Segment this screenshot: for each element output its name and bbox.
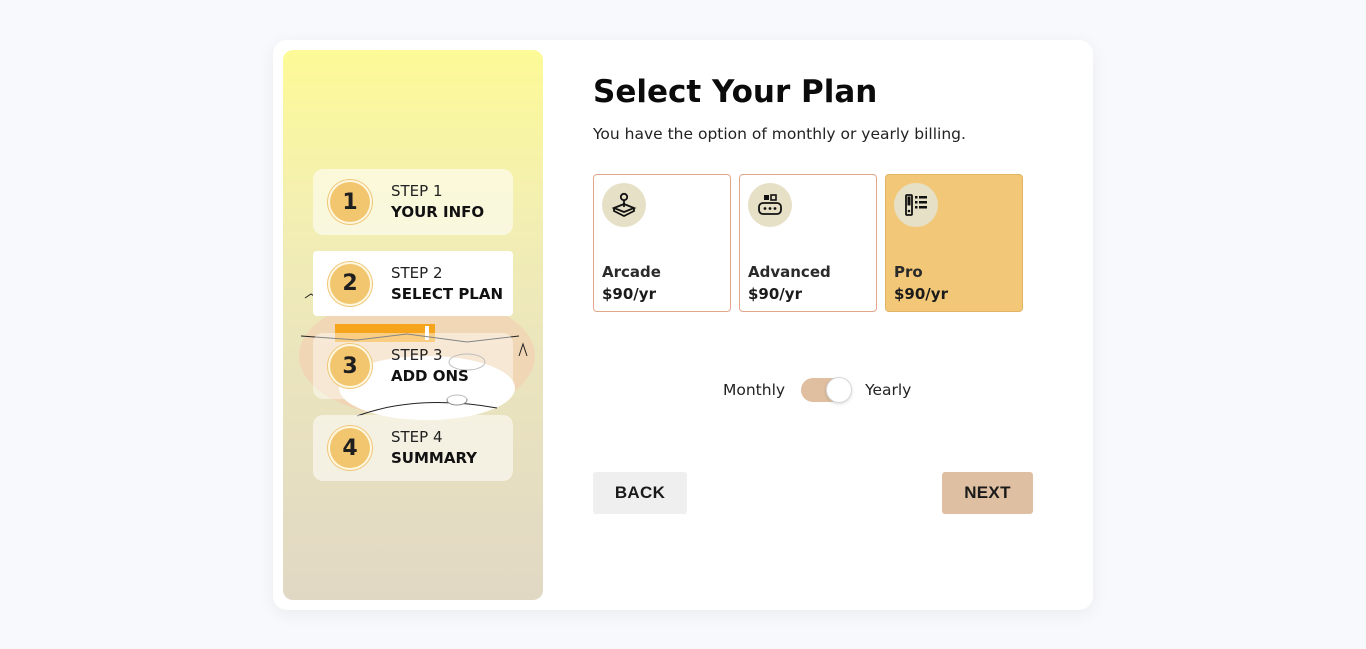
page-title: Select Your Plan	[593, 74, 878, 110]
step-number: 1	[330, 182, 370, 222]
back-button[interactable]: BACK	[593, 472, 687, 514]
step-label: STEP 2	[391, 263, 443, 282]
billing-toggle-row: Monthly Yearly	[723, 377, 912, 403]
step-title: SUMMARY	[391, 449, 478, 467]
step-title: SELECT PLAN	[391, 284, 504, 303]
joystick-icon	[602, 183, 646, 227]
step-label: STEP 3	[391, 346, 443, 364]
plan-advanced[interactable]: Advanced $90/yr	[739, 174, 877, 312]
yearly-label: Yearly	[865, 381, 912, 399]
plan-name: Advanced	[748, 263, 831, 281]
form-card: 1 STEP 1 YOUR INFO 2 STEP 2 SELECT PLAN …	[273, 40, 1093, 610]
plan-price: $90/yr	[894, 285, 948, 303]
next-button[interactable]: NEXT	[942, 472, 1033, 514]
step-3[interactable]: 3 STEP 3 ADD ONS	[313, 333, 513, 399]
step-number: 3	[330, 346, 370, 386]
step-label: STEP 4	[391, 428, 443, 446]
plan-price: $90/yr	[748, 285, 802, 303]
step-title: ADD ONS	[391, 367, 469, 385]
plan-arcade[interactable]: Arcade $90/yr	[593, 174, 731, 312]
step-number: 2	[330, 263, 370, 304]
plan-name: Pro	[894, 263, 923, 281]
gamepad-icon	[748, 183, 792, 227]
monthly-label: Monthly	[723, 381, 786, 399]
main-content: Select Your Plan You have the option of …	[593, 40, 1073, 610]
plan-pro[interactable]: Pro $90/yr	[885, 174, 1023, 312]
plan-price: $90/yr	[602, 285, 656, 303]
billing-toggle[interactable]	[801, 377, 853, 403]
step-4[interactable]: 4 STEP 4 SUMMARY	[313, 415, 513, 481]
step-1[interactable]: 1 STEP 1 YOUR INFO	[313, 169, 513, 235]
step-title: YOUR INFO	[391, 203, 485, 221]
step-label: STEP 1	[391, 182, 443, 200]
page-subtitle: You have the option of monthly or yearly…	[593, 125, 966, 143]
step-2[interactable]: 2 STEP 2 SELECT PLAN	[313, 251, 513, 316]
plan-name: Arcade	[602, 263, 661, 281]
step-number: 4	[330, 428, 370, 468]
toggle-knob	[826, 377, 853, 403]
sidebar: 1 STEP 1 YOUR INFO 2 STEP 2 SELECT PLAN …	[283, 50, 543, 600]
controller-list-icon	[894, 183, 938, 227]
